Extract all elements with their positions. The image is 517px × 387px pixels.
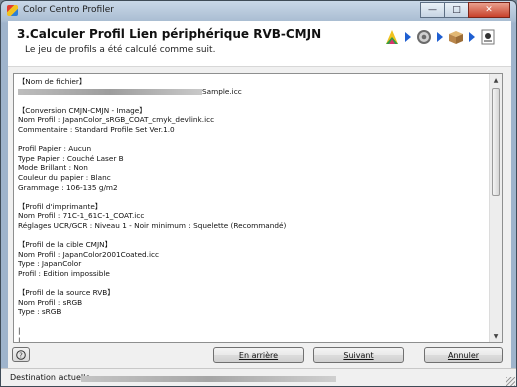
step-arrow-icon xyxy=(469,32,475,42)
summary-line: 【Profil de la cible CMJN】 xyxy=(18,240,112,250)
cancel-button[interactable]: Annuler xyxy=(424,347,503,363)
wizard-steps xyxy=(381,26,499,48)
summary-line: Type : sRGB xyxy=(18,307,62,317)
close-icon: ✕ xyxy=(485,5,493,15)
summary-line: Sample.icc xyxy=(18,87,488,97)
minimize-button[interactable]: — xyxy=(420,2,445,18)
vertical-scrollbar[interactable]: ▲ ▼ xyxy=(489,74,502,342)
summary-line: Mode Brillant : Non xyxy=(18,163,88,173)
summary-line: 【Conversion CMJN-CMJN - Image】 xyxy=(18,105,147,115)
summary-line: | xyxy=(18,336,21,343)
window-controls: — □ ✕ xyxy=(420,2,510,18)
summary-line xyxy=(18,192,488,202)
summary-line xyxy=(18,317,488,327)
app-icon xyxy=(7,5,18,16)
maximize-button[interactable]: □ xyxy=(444,2,469,18)
scroll-thumb[interactable] xyxy=(492,88,500,196)
help-icon: ? xyxy=(16,349,26,360)
profile-summary-text: 【Nom de fichier】 Sample.icc 【Conversion C… xyxy=(18,77,488,343)
summary-line xyxy=(18,96,488,106)
summary-line: Nom Profil : sRGB xyxy=(18,297,83,307)
summary-line: Profil : Edition impossible xyxy=(18,268,110,278)
page-title: 3.Calculer Profil Lien périphérique RVB-… xyxy=(17,27,321,41)
summary-line: Type : JapanColor xyxy=(18,259,82,269)
summary-line xyxy=(18,278,488,288)
summary-line: Commentaire : Standard Profile Set Ver.1… xyxy=(18,124,175,134)
button-row: ? En arrière Suivant Annuler xyxy=(8,345,511,368)
content-area: 【Nom de fichier】 Sample.icc 【Conversion C… xyxy=(8,67,511,345)
summary-line xyxy=(18,135,488,145)
file-name-suffix: Sample.icc xyxy=(202,86,242,96)
summary-line: Nom Profil : JapanColor2001Coated.icc xyxy=(18,249,160,259)
scroll-up-icon[interactable]: ▲ xyxy=(490,74,502,86)
next-button[interactable]: Suivant xyxy=(313,347,404,363)
svg-text:?: ? xyxy=(19,351,23,359)
destination-path-redacted xyxy=(81,376,336,382)
gear-icon xyxy=(413,26,435,48)
summary-line: Nom Profil : 71C-1_61C-1_COAT.icc xyxy=(18,211,145,221)
summary-line: Réglages UCR/GCR : Niveau 1 - Noir minim… xyxy=(18,220,287,230)
box-icon xyxy=(445,26,467,48)
minimize-icon: — xyxy=(428,5,437,15)
summary-line: Couleur du papier : Blanc xyxy=(18,172,111,182)
status-bar: Destination actuelle xyxy=(1,368,516,386)
summary-line: Grammage : 106-135 g/m2 xyxy=(18,182,118,192)
printer-profile-icon xyxy=(477,26,499,48)
profile-summary-textbox[interactable]: 【Nom de fichier】 Sample.icc 【Conversion C… xyxy=(13,73,503,343)
app-window: Color Centro Profiler — □ ✕ 3.Calculer P… xyxy=(0,0,517,387)
summary-line: 【Profil d'imprimante】 xyxy=(18,201,103,211)
summary-line xyxy=(18,231,488,241)
close-button[interactable]: ✕ xyxy=(468,2,510,18)
summary-line: 【Profil de la source RVB】 xyxy=(18,288,115,298)
title-bar: Color Centro Profiler — □ ✕ xyxy=(1,1,516,21)
summary-line: | xyxy=(18,326,21,336)
help-button[interactable]: ? xyxy=(12,347,30,362)
wizard-header: 3.Calculer Profil Lien périphérique RVB-… xyxy=(8,21,511,67)
window-title: Color Centro Profiler xyxy=(23,5,114,15)
resize-grip-icon[interactable] xyxy=(506,377,515,386)
summary-line: Nom Profil : JapanColor_sRGB_COAT_cmyk_d… xyxy=(18,115,215,125)
scroll-down-icon[interactable]: ▼ xyxy=(490,330,502,342)
step-arrow-icon xyxy=(405,32,411,42)
step-title-text: Calculer Profil Lien périphérique RVB-CM… xyxy=(29,27,322,41)
dialog-client: 3.Calculer Profil Lien périphérique RVB-… xyxy=(8,21,511,368)
summary-line: Type Papier : Couché Laser B xyxy=(18,153,124,163)
gamut-icon xyxy=(381,26,403,48)
status-label: Destination actuelle xyxy=(10,373,91,382)
step-arrow-icon xyxy=(437,32,443,42)
page-subtitle: Le jeu de profils a été calculé comme su… xyxy=(25,45,216,55)
file-path-redacted xyxy=(18,88,202,95)
summary-line: Profil Papier : Aucun xyxy=(18,144,92,154)
summary-line: 【Nom de fichier】 xyxy=(18,77,87,86)
step-number: 3. xyxy=(17,27,30,41)
back-button[interactable]: En arrière xyxy=(213,347,304,363)
maximize-icon: □ xyxy=(452,5,461,15)
